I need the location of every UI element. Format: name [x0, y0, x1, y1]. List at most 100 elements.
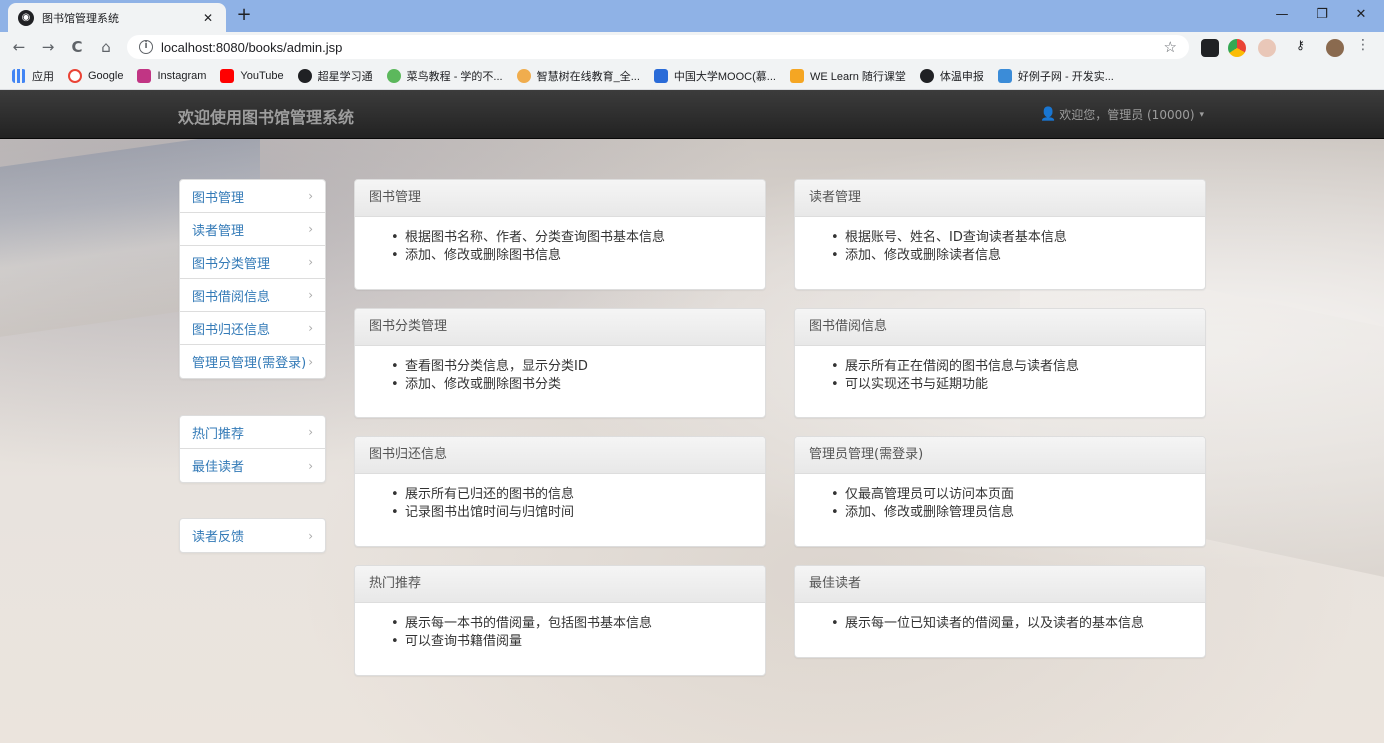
panel-item: 根据图书名称、作者、分类查询图书基本信息 [389, 229, 751, 247]
reload-button[interactable]: C [66, 36, 88, 58]
panel-title: 图书管理 [355, 180, 765, 217]
sidebar-item-return-info[interactable]: 图书归还信息 › [180, 312, 325, 345]
panel-title: 热门推荐 [355, 566, 765, 603]
chevron-right-icon: › [308, 321, 313, 335]
panel-item: 展示所有正在借阅的图书信息与读者信息 [829, 358, 1191, 376]
top-navbar: 欢迎使用图书馆管理系统 👤 欢迎您，管理员 (10000) ▾ [0, 90, 1384, 139]
user-label: 欢迎您，管理员 (10000) [1059, 108, 1195, 122]
panel-return-info: 图书归还信息 展示所有已归还的图书的信息 记录图书出馆时间与归馆时间 [354, 436, 766, 547]
panel-best-reader: 最佳读者 展示每一位已知读者的借阅量，以及读者的基本信息 [794, 565, 1206, 658]
sidebar-group-feedback: 读者反馈 › [179, 518, 326, 553]
sidebar-group-management: 图书管理 › 读者管理 › 图书分类管理 › 图书借阅信息 › 图书归还信息 › 管理员管… [179, 179, 326, 379]
apps-icon [12, 68, 26, 83]
panel-admin-management: 管理员管理(需登录) 仅最高管理员可以访问本页面 添加、修改或删除管理员信息 [794, 436, 1206, 547]
panel-title: 图书借阅信息 [795, 309, 1205, 346]
panel-title: 读者管理 [795, 180, 1205, 217]
bookmark-chaoxing[interactable]: 超星学习通 [297, 68, 373, 84]
panel-item: 记录图书出馆时间与归馆时间 [389, 504, 751, 522]
address-bar[interactable]: i localhost:8080/books/admin.jsp ☆ [127, 35, 1189, 59]
panel-item: 添加、修改或删除读者信息 [829, 247, 1191, 265]
bookmarks-bar: 应用 Google Instagram YouTube 超星学习通 菜鸟教程 -… [0, 62, 1384, 90]
sidebar-item-hot-recommend[interactable]: 热门推荐 › [180, 416, 325, 449]
bookmark-youtube[interactable]: YouTube [220, 68, 284, 83]
panel-item: 展示每一本书的借阅量，包括图书基本信息 [389, 615, 751, 633]
bookmark-temperature[interactable]: 体温申报 [919, 68, 984, 84]
bookmark-google[interactable]: Google [68, 68, 123, 83]
panel-item: 添加、修改或删除图书分类 [389, 376, 751, 394]
browser-tab[interactable]: ◉ 图书馆管理系统 ✕ [8, 3, 226, 32]
panel-book-management: 图书管理 根据图书名称、作者、分类查询图书基本信息 添加、修改或删除图书信息 [354, 179, 766, 290]
bookmark-zhihuishu[interactable]: 智慧树在线教育_全... [516, 68, 640, 84]
haolizi-icon [997, 68, 1012, 83]
bookmark-apps[interactable]: 应用 [12, 68, 54, 84]
panel-hot-recommend: 热门推荐 展示每一本书的借阅量，包括图书基本信息 可以查询书籍借阅量 [354, 565, 766, 676]
sidebar-item-admin-management[interactable]: 管理员管理(需登录) › [180, 345, 325, 378]
menu-icon[interactable]: ⋮ [1356, 37, 1374, 55]
back-button[interactable]: ← [8, 36, 30, 58]
caret-down-icon: ▾ [1199, 109, 1205, 120]
instagram-icon [137, 68, 152, 83]
chevron-right-icon: › [308, 222, 313, 236]
panel-title: 最佳读者 [795, 566, 1205, 603]
info-icon[interactable]: i [139, 40, 153, 54]
panel-reader-management: 读者管理 根据账号、姓名、ID查询读者基本信息 添加、修改或删除读者信息 [794, 179, 1206, 290]
chrome-extension-icon[interactable] [1228, 39, 1246, 57]
user-icon: 👤 [1040, 107, 1057, 122]
sidebar-item-best-reader[interactable]: 最佳读者 › [180, 449, 325, 482]
sidebar-item-category-management[interactable]: 图书分类管理 › [180, 246, 325, 279]
panel-title: 管理员管理(需登录) [795, 437, 1205, 474]
bookmark-haolizi[interactable]: 好例子网 - 开发实... [997, 68, 1114, 84]
browser-tabstrip: ◉ 图书馆管理系统 ✕ + — ❐ ✕ [0, 0, 1384, 32]
panel-item: 添加、修改或删除图书信息 [389, 247, 751, 265]
runoob-icon [386, 68, 401, 83]
shield-extension-icon[interactable] [1258, 39, 1276, 57]
extension-icon[interactable] [1201, 39, 1219, 57]
key-icon[interactable]: ⚷ [1296, 38, 1314, 56]
sidebar-item-reader-management[interactable]: 读者管理 › [180, 213, 325, 246]
globe-icon [919, 68, 934, 83]
bookmark-instagram[interactable]: Instagram [137, 68, 206, 83]
sidebar-item-reader-feedback[interactable]: 读者反馈 › [180, 519, 325, 552]
user-dropdown[interactable]: 👤 欢迎您，管理员 (10000) ▾ [1040, 106, 1204, 123]
mooc-icon [653, 68, 668, 83]
chevron-right-icon: › [308, 458, 313, 473]
bookmark-mooc[interactable]: 中国大学MOOC(慕... [653, 68, 776, 84]
brand-title[interactable]: 欢迎使用图书馆管理系统 [178, 104, 354, 128]
tab-title: 图书馆管理系统 [42, 11, 119, 25]
panel-item: 仅最高管理员可以访问本页面 [829, 486, 1191, 504]
sidebar-group-recommend: 热门推荐 › 最佳读者 › [179, 415, 326, 483]
panel-category-management: 图书分类管理 查看图书分类信息，显示分类ID 添加、修改或删除图书分类 [354, 308, 766, 418]
avatar[interactable] [1326, 39, 1344, 57]
new-tab-button[interactable]: + [234, 5, 254, 25]
globe-icon: ◉ [18, 9, 34, 26]
panel-item: 根据账号、姓名、ID查询读者基本信息 [829, 229, 1191, 247]
forward-button[interactable]: → [37, 36, 59, 58]
chevron-right-icon: › [308, 288, 313, 302]
chevron-right-icon: › [308, 189, 313, 203]
globe-icon [297, 68, 312, 83]
close-window-button[interactable]: ✕ [1338, 0, 1384, 32]
home-button[interactable]: ⌂ [95, 36, 117, 58]
close-tab-icon[interactable]: ✕ [200, 11, 216, 25]
panel-title: 图书分类管理 [355, 309, 765, 346]
panel-item: 展示每一位已知读者的借阅量，以及读者的基本信息 [829, 615, 1191, 633]
google-icon [68, 68, 82, 83]
sidebar-item-book-management[interactable]: 图书管理 › [180, 180, 325, 213]
url-text: localhost:8080/books/admin.jsp [161, 39, 343, 55]
bookmark-welearn[interactable]: WE Learn 随行课堂 [789, 68, 906, 84]
bookmark-star-icon[interactable]: ☆ [1164, 38, 1177, 56]
chevron-right-icon: › [308, 425, 313, 439]
bookmark-runoob[interactable]: 菜鸟教程 - 学的不... [386, 68, 503, 84]
browser-toolbar: ← → C ⌂ i localhost:8080/books/admin.jsp… [0, 32, 1384, 62]
panel-item: 可以查询书籍借阅量 [389, 633, 751, 651]
panel-borrow-info: 图书借阅信息 展示所有正在借阅的图书信息与读者信息 可以实现还书与延期功能 [794, 308, 1206, 418]
welearn-icon [789, 68, 804, 83]
panel-item: 展示所有已归还的图书的信息 [389, 486, 751, 504]
chevron-right-icon: › [308, 528, 313, 543]
sidebar-item-borrow-info[interactable]: 图书借阅信息 › [180, 279, 325, 312]
zhihuishu-icon [516, 68, 531, 83]
page-content: 欢迎使用图书馆管理系统 👤 欢迎您，管理员 (10000) ▾ 图书管理 › 读者… [0, 90, 1384, 743]
panel-item: 添加、修改或删除管理员信息 [829, 504, 1191, 522]
youtube-icon [220, 68, 235, 83]
panel-item: 查看图书分类信息，显示分类ID [389, 358, 751, 376]
